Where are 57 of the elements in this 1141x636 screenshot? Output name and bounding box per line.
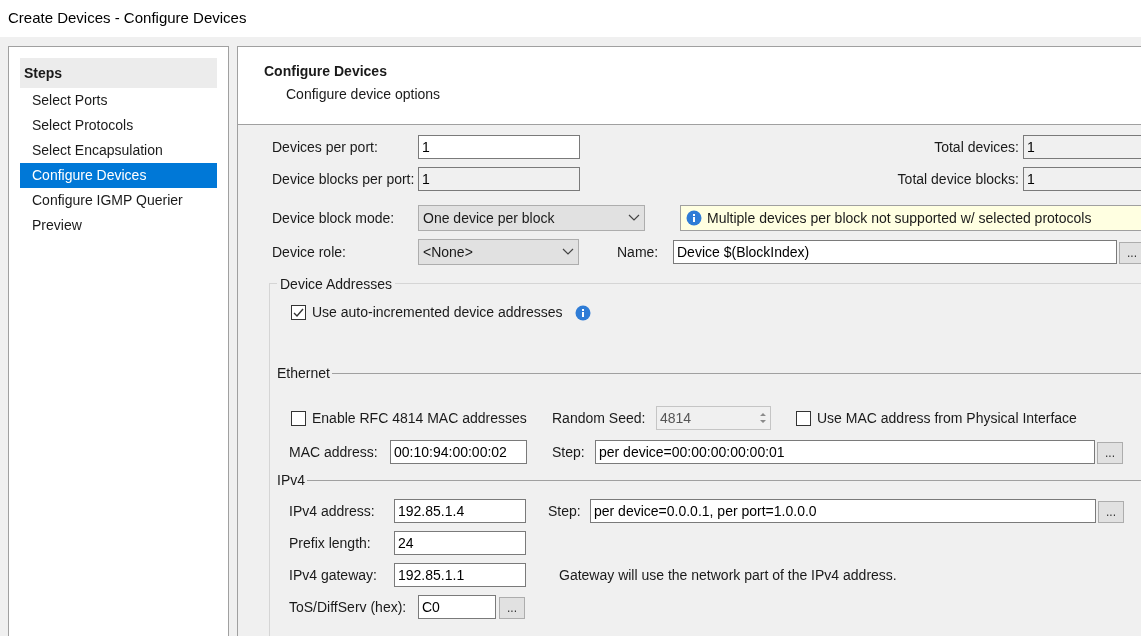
page-title: Configure Devices (264, 62, 388, 81)
field-label: Step: (548, 501, 582, 521)
chevron-down-icon (562, 248, 574, 256)
section-title: IPv4 (277, 471, 305, 490)
field-label: IPv4 address: (289, 501, 376, 521)
step-item[interactable]: Configure Devices (20, 163, 217, 188)
field-label: Device block mode: (272, 208, 396, 228)
chevron-down-icon (628, 214, 640, 222)
step-item[interactable]: Preview (20, 213, 217, 238)
step-item[interactable]: Configure IGMP Querier (20, 188, 217, 213)
field-label: Enable RFC 4814 MAC addresses (312, 408, 528, 428)
field-label: Use MAC address from Physical Interface (817, 408, 1077, 428)
field-label: ToS/DiffServ (hex): (289, 597, 408, 617)
info-message: Multiple devices per block not supported w/ selected protocols (707, 208, 1092, 228)
page-subtitle: Configure device options (285, 85, 442, 104)
checkmark-icon (293, 307, 304, 318)
step-item[interactable]: Select Protocols (20, 113, 217, 138)
text-field[interactable]: 192.85.1.4 (394, 499, 526, 523)
checkbox[interactable] (796, 410, 811, 426)
field-label: Total devices: (934, 137, 1019, 157)
field-label: Use auto-incremented device addresses (312, 303, 563, 322)
field-label: Device blocks per port: (272, 169, 416, 189)
field-label: Device role: (272, 242, 347, 262)
field-label: MAC address: (289, 442, 379, 462)
text-field[interactable]: 192.85.1.1 (394, 563, 526, 587)
text-field[interactable]: 1 (418, 135, 580, 159)
checkbox[interactable] (291, 410, 306, 426)
steps-header: Steps (20, 58, 217, 88)
field-label: Devices per port: (272, 137, 379, 157)
text-field[interactable]: 24 (394, 531, 526, 555)
info-icon (574, 304, 591, 321)
section-title: Ethernet (277, 364, 330, 383)
browse-button[interactable]: ... (1119, 242, 1141, 264)
text-field[interactable]: per device=0.0.0.1, per port=1.0.0.0 (590, 499, 1096, 523)
text-field[interactable]: 1 (1023, 135, 1141, 159)
text-field[interactable]: 00:10:94:00:00:02 (390, 440, 527, 464)
dropdown[interactable]: One device per block (418, 205, 645, 231)
field-label: Name: (617, 242, 660, 262)
field-label: IPv4 gateway: (289, 565, 378, 585)
field-label: Prefix length: (289, 533, 372, 553)
field-label: Random Seed: (552, 408, 647, 428)
text-field[interactable]: per device=00:00:00:00:00:01 (595, 440, 1095, 464)
text-field[interactable]: Device $(BlockIndex) (673, 240, 1117, 264)
step-item[interactable]: Select Ports (20, 88, 217, 113)
field-label: Total device blocks: (897, 169, 1019, 189)
window-title: Create Devices - Configure Devices (8, 8, 247, 29)
browse-button[interactable]: ... (1098, 501, 1124, 523)
browse-button[interactable]: ... (499, 597, 525, 619)
text-field[interactable]: C0 (418, 595, 496, 619)
info-icon (686, 210, 702, 226)
checkbox[interactable] (291, 305, 306, 320)
field-label: Step: (552, 442, 586, 462)
text-field[interactable]: 1 (1023, 167, 1141, 191)
dropdown[interactable]: <None> (418, 239, 579, 265)
browse-button[interactable]: ... (1097, 442, 1123, 464)
step-item[interactable]: Select Encapsulation (20, 138, 217, 163)
gateway-note: Gateway will use the network part of the IPv4 address. (559, 565, 897, 585)
